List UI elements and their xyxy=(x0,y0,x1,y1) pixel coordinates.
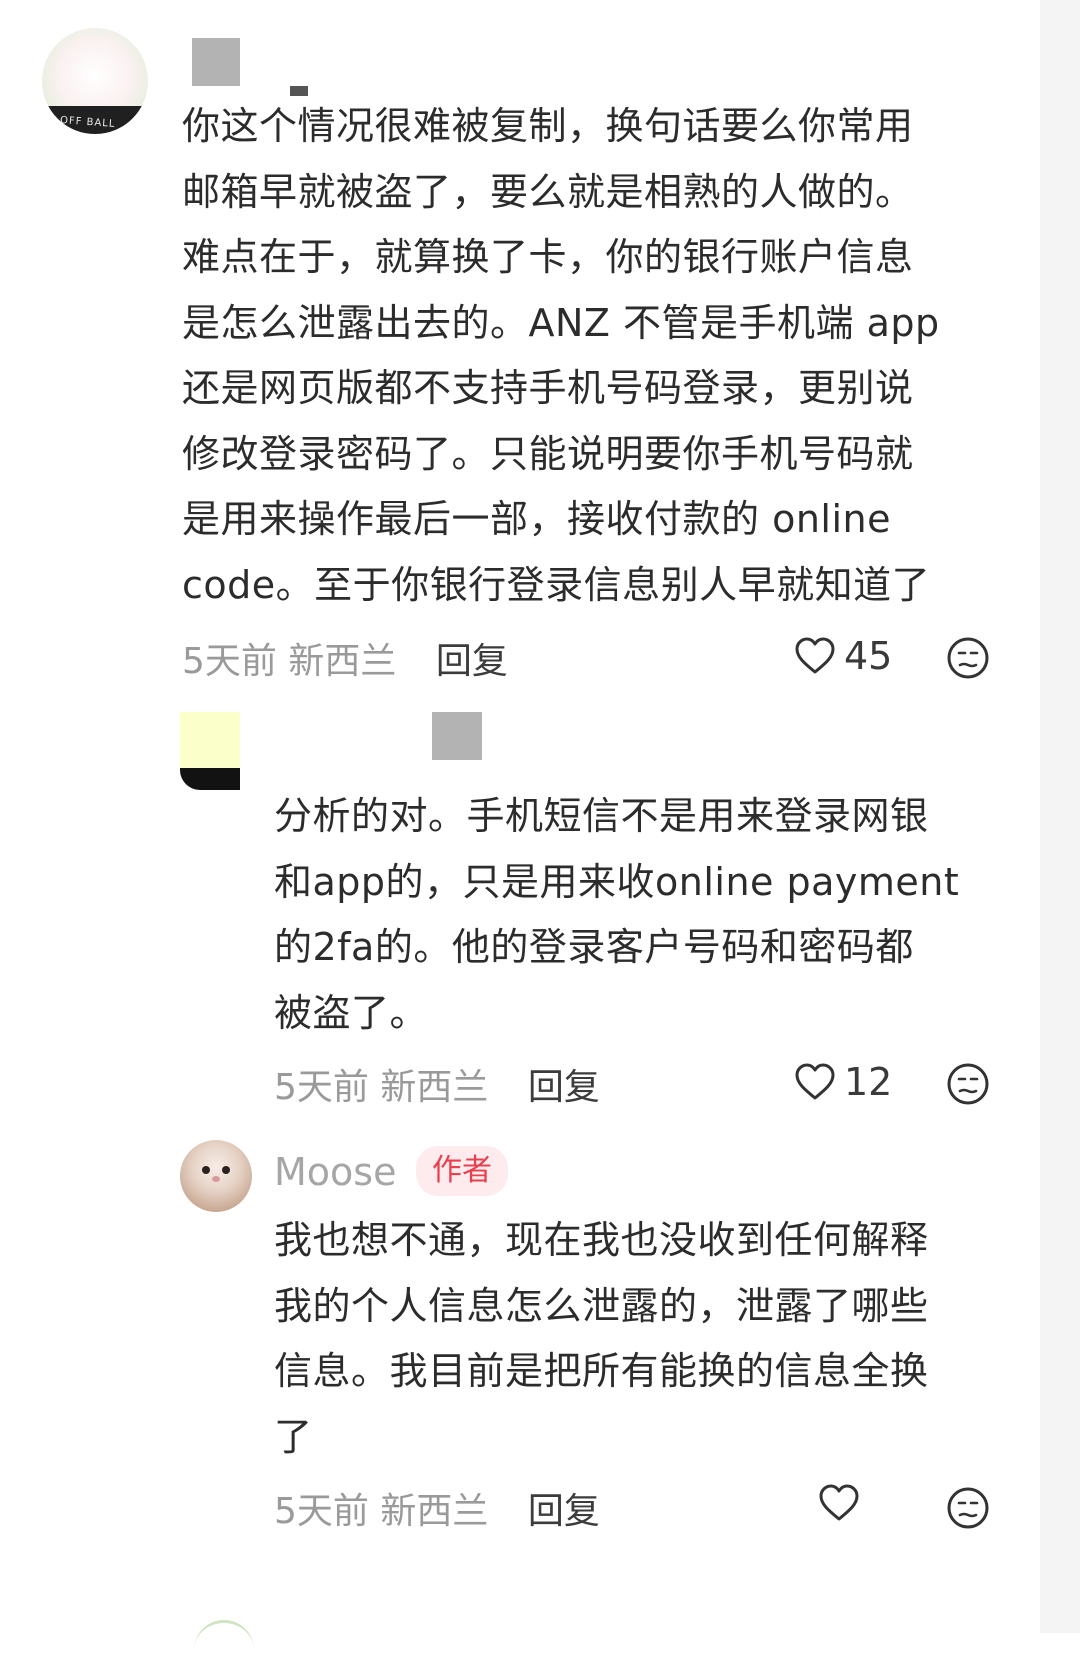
reply-button[interactable]: 回复 xyxy=(436,641,508,682)
comment-time: 5天前 xyxy=(274,1491,369,1532)
like-count: 12 xyxy=(844,1060,893,1104)
comment-meta: 5天前 新西兰 回复 xyxy=(182,632,508,684)
comment-time: 5天前 xyxy=(182,641,277,682)
unamused-face-icon[interactable] xyxy=(946,1062,990,1106)
avatar[interactable] xyxy=(180,712,240,790)
comment-location: 新西兰 xyxy=(380,1067,489,1108)
heart-outline-icon xyxy=(819,1484,859,1521)
blurred-username xyxy=(192,38,240,86)
unamused-face-icon[interactable] xyxy=(946,636,990,680)
like-count: 45 xyxy=(844,634,893,678)
scrollbar-track xyxy=(1040,0,1080,1633)
heart-outline-icon xyxy=(795,637,835,674)
blurred-username xyxy=(432,712,482,760)
comment-location: 新西兰 xyxy=(380,1491,489,1532)
author-badge: 作者 xyxy=(416,1146,508,1196)
heart-outline-icon xyxy=(795,1063,835,1100)
comment-text: 分析的对。手机短信不是用来登录网银 和app的，只是用来收online paym… xyxy=(274,794,960,1035)
author-name[interactable]: Moose xyxy=(274,1150,396,1194)
avatar-eye xyxy=(202,1166,210,1174)
comment-time: 5天前 xyxy=(274,1067,369,1108)
avatar[interactable] xyxy=(180,1140,252,1212)
avatar-nose xyxy=(212,1176,220,1182)
comment-meta: 5天前 新西兰 回复 xyxy=(274,1058,600,1110)
reply-button[interactable]: 回复 xyxy=(528,1491,600,1532)
like-button[interactable]: 12 xyxy=(794,1060,892,1104)
comment-text: 你这个情况很难被复制，换句话要么你常用 邮箱早就被盗了，要么就是相熟的人做的。 … xyxy=(182,104,940,607)
like-button[interactable]: 45 xyxy=(794,634,892,678)
avatar[interactable]: OFF BALL xyxy=(42,28,148,134)
comment-location: 新西兰 xyxy=(288,641,397,682)
unamused-face-icon[interactable] xyxy=(946,1486,990,1530)
reply-button[interactable]: 回复 xyxy=(528,1067,600,1108)
comment-meta: 5天前 新西兰 回复 xyxy=(274,1482,600,1534)
avatar-eye xyxy=(222,1166,230,1174)
avatar-band xyxy=(180,768,240,790)
like-button[interactable] xyxy=(818,1484,868,1522)
next-comment-avatar-partial xyxy=(194,1620,254,1653)
comment-text: 我也想不通，现在我也没收到任何解释 我的个人信息怎么泄露的，泄露了哪些 信息。我… xyxy=(274,1218,929,1459)
